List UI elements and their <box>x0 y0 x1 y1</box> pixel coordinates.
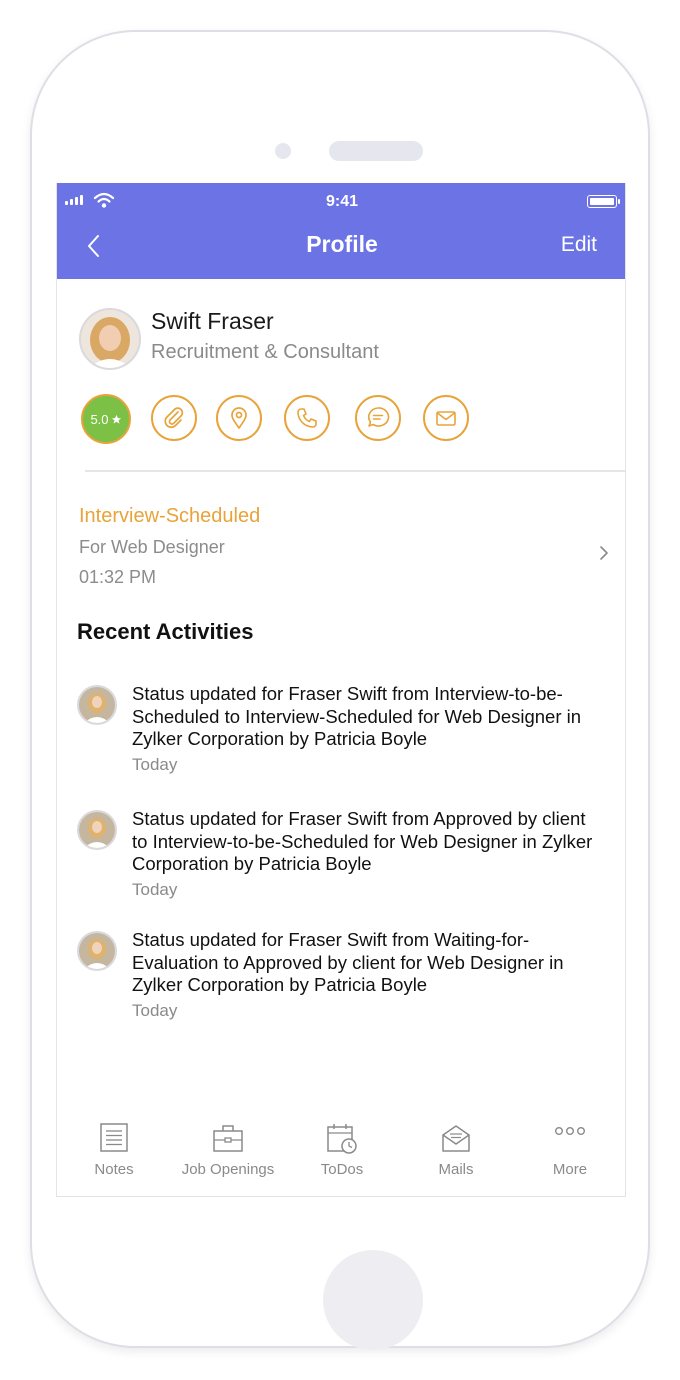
briefcase-icon <box>213 1125 243 1152</box>
chevron-right-icon <box>600 546 608 560</box>
page-title: Profile <box>306 231 378 257</box>
more-dots-icon <box>555 1126 586 1135</box>
profile-name: Swift Fraser <box>151 308 274 334</box>
tab-label: Notes <box>94 1161 134 1178</box>
message-button[interactable] <box>355 395 401 441</box>
rating-value: 5.0 <box>90 411 109 427</box>
activity-text: Status updated for Fraser Swift from Int… <box>132 683 582 749</box>
mail-icon <box>436 411 456 426</box>
tab-todos[interactable]: ToDos <box>285 1113 399 1196</box>
earpiece-speaker <box>329 141 423 161</box>
activity-text: Status updated for Fraser Swift from App… <box>132 808 593 874</box>
notes-icon <box>100 1123 128 1152</box>
location-button[interactable] <box>216 395 262 441</box>
section-divider <box>85 470 625 472</box>
attachment-button[interactable] <box>151 395 197 441</box>
tab-mails[interactable]: Mails <box>399 1113 513 1196</box>
tab-notes[interactable]: Notes <box>57 1113 171 1196</box>
paperclip-icon <box>164 407 184 429</box>
app-screen: 9:41 Profile Edit Swift Fraser Recruitme… <box>56 183 626 1197</box>
envelope-icon <box>442 1125 470 1152</box>
star-icon <box>111 414 121 424</box>
tab-label: ToDos <box>320 1161 364 1178</box>
activity-text: Status updated for Fraser Swift from Wai… <box>132 929 564 995</box>
activity-time: Today <box>132 880 178 899</box>
profile-role: Recruitment & Consultant <box>151 341 379 363</box>
rating-badge[interactable]: 5.0 <box>81 394 131 444</box>
activity-avatar <box>77 810 117 850</box>
status-time: 9:41 <box>325 193 359 210</box>
status-bar: 9:41 <box>57 183 625 219</box>
tab-label: Mails <box>438 1161 474 1178</box>
edit-button[interactable]: Edit <box>561 233 597 257</box>
tab-label: More <box>552 1161 588 1178</box>
interview-job: For Web Designer <box>79 537 225 557</box>
bottom-tab-bar: Notes Job Openings ToDos Mails More <box>57 1113 625 1196</box>
tab-label: Job Openings <box>181 1161 275 1178</box>
activity-avatar <box>77 685 117 725</box>
interview-status: Interview-Scheduled <box>79 505 261 527</box>
front-camera <box>275 143 291 159</box>
chat-icon <box>368 407 390 427</box>
location-pin-icon <box>231 407 247 429</box>
activity-avatar <box>77 931 117 971</box>
app-header: 9:41 Profile Edit <box>57 183 625 279</box>
tab-job-openings[interactable]: Job Openings <box>171 1113 285 1196</box>
recent-activities-title: Recent Activities <box>77 619 254 644</box>
profile-avatar <box>79 308 141 370</box>
phone-icon <box>297 408 317 428</box>
tab-more[interactable]: More <box>513 1113 625 1196</box>
home-button[interactable] <box>323 1250 423 1350</box>
calendar-clock-icon <box>327 1124 357 1154</box>
call-button[interactable] <box>284 395 330 441</box>
email-button[interactable] <box>423 395 469 441</box>
interview-time: 01:32 PM <box>79 567 157 587</box>
battery-icon <box>587 195 620 208</box>
activity-time: Today <box>132 755 178 774</box>
activity-time: Today <box>132 1001 178 1020</box>
